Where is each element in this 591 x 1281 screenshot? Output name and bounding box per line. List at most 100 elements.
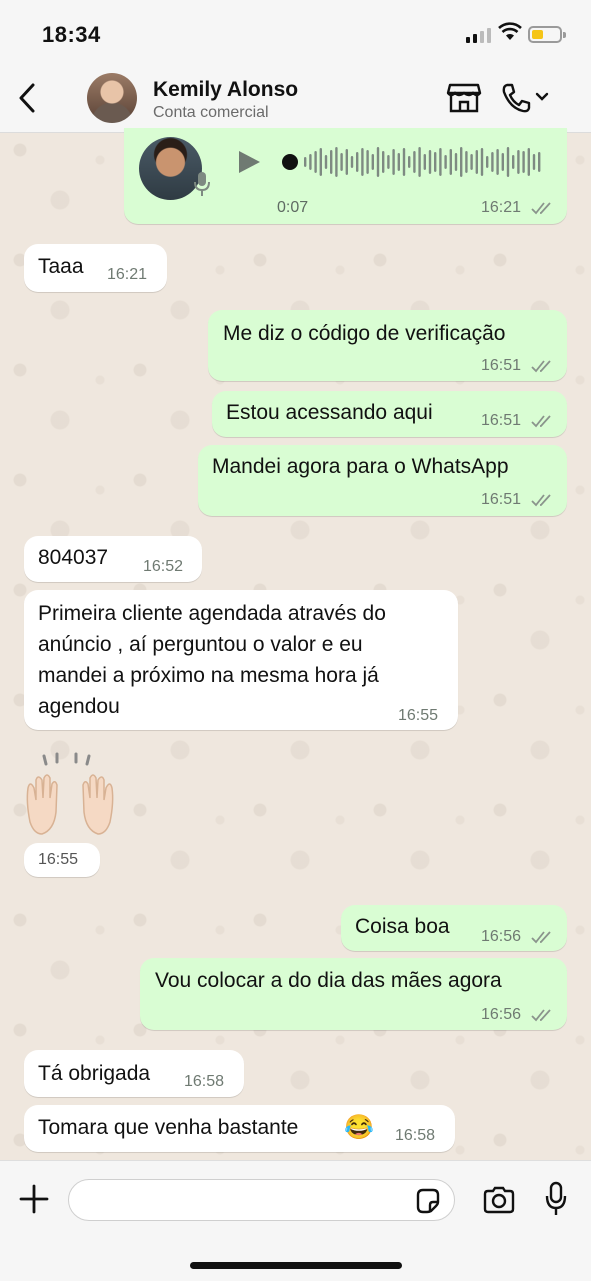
message-text: Mandei agora para o WhatsApp [212,455,509,478]
waveform-bar [413,151,416,173]
message-text: Taaa [38,255,84,278]
message-time: 16:55 [38,851,79,868]
message-text-line: anúncio , aí perguntou o valor e eu [38,633,363,656]
camera-icon[interactable] [482,1185,516,1215]
waveform-bar [376,147,380,177]
back-arrow-icon[interactable] [16,82,38,114]
waveform-bar [309,154,312,170]
message-time: 16:55 [398,707,439,724]
audio-duration: 0:07 [277,199,309,216]
battery-icon [528,26,566,43]
waveform-bar [340,153,343,171]
double-check-icon [531,415,551,428]
waveform-bar [454,153,458,171]
waveform-bar [319,148,322,176]
waveform-bar [496,149,499,175]
double-check-icon [531,494,551,507]
laughing-emoji: 😂 [344,1114,374,1141]
waveform-bar [475,150,478,174]
message-text: Me diz o código de verificação [223,322,506,345]
waveform-bar [324,155,328,169]
audio-timestamp: 16:21 [481,199,522,216]
waveform-bar [382,151,385,173]
message-time: 16:51 [481,357,522,374]
composer-bar [0,1160,591,1281]
waveform-bar [350,156,354,168]
waveform-bar [345,149,348,175]
waveform-bar [418,147,421,177]
waveform-bar [538,152,541,172]
message-text: Estou acessando aqui [226,401,433,424]
message-time: 16:58 [184,1073,225,1090]
waveform-bar [501,153,504,171]
message-text-line: agendou [38,695,120,718]
store-icon[interactable] [446,82,482,114]
play-icon[interactable] [236,149,262,175]
mic-icon [194,172,210,196]
waveform-bar [392,149,395,175]
contact-name[interactable]: Kemily Alonso [153,78,298,102]
double-check-icon [531,360,551,373]
message-time: 16:56 [481,928,522,945]
message-text: Coisa boa [355,915,450,938]
status-time: 18:34 [42,22,101,47]
waveform-bar [314,151,317,173]
waveform-bar [330,150,333,174]
audio-waveform[interactable] [282,146,544,178]
message-time: 16:21 [107,266,148,283]
double-check-icon [531,202,551,215]
chat-header: Kemily Alonso Conta comercial [0,62,591,133]
waveform-bar [532,154,536,170]
waveform-bar [486,156,489,168]
message-text: Tá obrigada [38,1062,151,1085]
waveform-bar [506,147,510,177]
waveform-bar [361,148,364,176]
chevron-down-icon[interactable] [535,92,549,102]
waveform-bar [517,150,520,174]
raising-hands-emoji[interactable] [24,752,116,842]
waveform-bar [423,154,426,170]
message-text: 804037 [38,546,109,569]
waveform-bar [304,157,307,167]
waveform-bar [444,155,447,169]
message-text-line: Primeira cliente agendada através do [38,602,386,625]
waveform-bar [335,147,338,177]
double-check-icon [531,931,551,944]
message-time: 16:52 [143,558,184,575]
message-time: 16:58 [395,1127,436,1144]
message-time: 16:56 [481,1006,522,1023]
double-check-icon [531,1009,551,1022]
waveform-bar [465,151,468,173]
waveform-bar [460,147,463,177]
phone-icon[interactable] [500,82,532,114]
wifi-icon [498,22,522,40]
waveform-bar [491,152,494,172]
waveform-bar [527,148,530,176]
signal-icon [466,28,491,43]
waveform-bar [356,152,359,172]
waveform-bar [428,150,432,174]
waveform-bar [470,154,473,170]
waveform-bar [371,154,374,170]
message-time: 16:51 [481,412,522,429]
contact-avatar[interactable] [87,73,137,123]
status-bar: 18:34 [0,0,591,62]
message-input[interactable] [68,1179,455,1221]
waveform-bar [439,148,442,176]
waveform-bar [387,155,390,169]
sticker-icon[interactable] [414,1187,442,1215]
waveform-bar [402,148,406,176]
waveform-bar [366,150,369,174]
waveform-bar [397,153,400,171]
waveform-bar [408,156,411,168]
message-text-line: mandei a próximo na mesma hora já [38,664,379,687]
waveform-bar [522,151,525,173]
message-time: 16:51 [481,491,522,508]
waveform-bar [449,149,452,175]
microphone-icon[interactable] [544,1181,568,1217]
message-text: Vou colocar a do dia das mães agora [155,969,502,992]
plus-icon[interactable] [18,1183,50,1215]
waveform-bar [434,152,437,172]
contact-subtitle: Conta comercial [153,104,269,121]
message-text: Tomara que venha bastante [38,1116,299,1139]
